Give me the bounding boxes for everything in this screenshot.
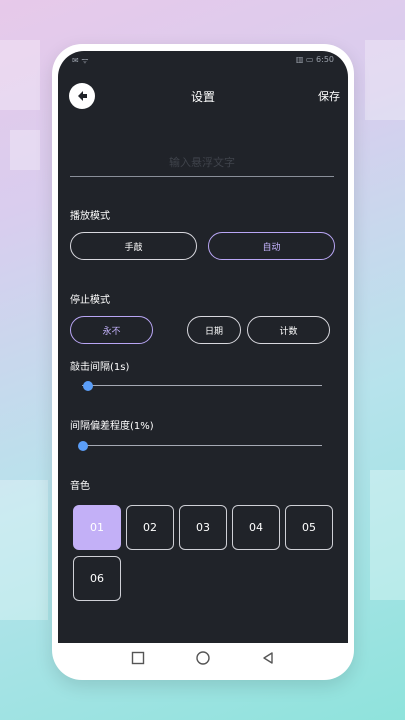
tone-label: 音色 [70, 481, 90, 492]
float-text-input[interactable] [70, 149, 334, 177]
slider-track [82, 445, 322, 446]
deviation-slider[interactable] [78, 440, 322, 452]
app-screen: ✉ ᯤ ▥ ▭ 6:50 设置 保存 播放模式 手敲 自动 停止模式 永不 日期… [58, 51, 348, 643]
tone-option-05[interactable]: 05 [285, 505, 333, 550]
back-triangle-icon[interactable] [261, 651, 275, 665]
home-square-icon[interactable] [131, 651, 145, 665]
tap-interval-slider[interactable] [82, 380, 322, 392]
tone-option-04[interactable]: 04 [232, 505, 280, 550]
save-button[interactable]: 保存 [318, 88, 340, 104]
stop-mode-date-button[interactable]: 日期 [187, 316, 241, 344]
slider-track [82, 385, 322, 386]
page-title: 设置 [190, 90, 215, 104]
play-mode-manual-button[interactable]: 手敲 [70, 232, 197, 260]
tap-interval-label: 敲击间隔(1s) [70, 362, 130, 373]
status-right: ▥ ▭ 6:50 [295, 55, 334, 64]
status-left: ✉ ᯤ [72, 56, 89, 65]
stop-mode-count-button[interactable]: 计数 [247, 316, 330, 344]
stop-mode-label: 停止模式 [70, 295, 110, 306]
status-bar: ✉ ᯤ ▥ ▭ 6:50 [72, 55, 334, 69]
play-mode-auto-button[interactable]: 自动 [208, 232, 335, 260]
tone-option-06[interactable]: 06 [73, 556, 121, 601]
tone-option-01[interactable]: 01 [73, 505, 121, 550]
tone-option-02[interactable]: 02 [126, 505, 174, 550]
deviation-label: 间隔偏差程度(1%) [70, 421, 154, 432]
home-circle-icon[interactable] [195, 650, 211, 666]
top-nav: 设置 保存 [58, 81, 348, 113]
tone-option-03[interactable]: 03 [179, 505, 227, 550]
slider-thumb[interactable] [83, 381, 93, 391]
stop-mode-never-button[interactable]: 永不 [70, 316, 153, 344]
system-nav-bar [58, 643, 348, 673]
slider-thumb[interactable] [78, 441, 88, 451]
play-mode-label: 播放模式 [70, 211, 110, 222]
